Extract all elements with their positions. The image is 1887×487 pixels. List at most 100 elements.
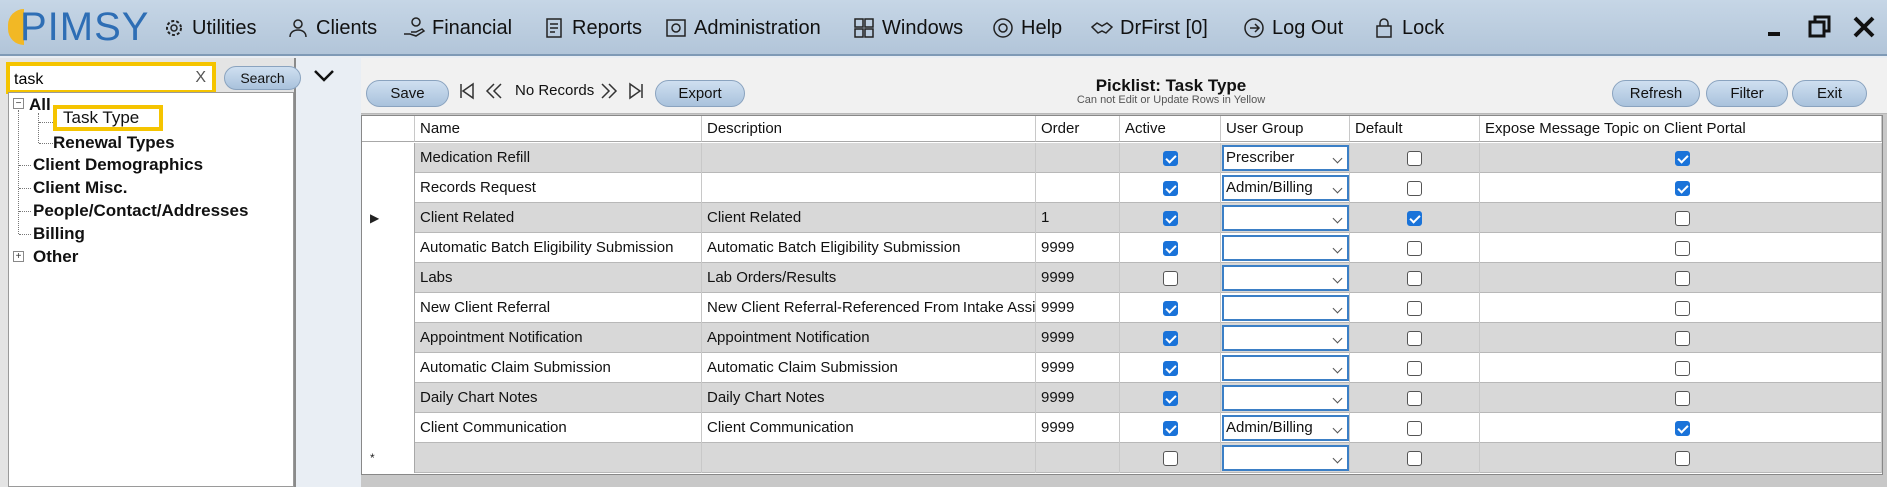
row-selector[interactable]: *	[362, 443, 415, 473]
first-record-icon[interactable]	[458, 82, 476, 100]
row-selector[interactable]	[362, 173, 415, 203]
column-header-default[interactable]: Default	[1350, 116, 1480, 142]
user-group-select[interactable]	[1222, 205, 1349, 231]
table-row[interactable]: Labs Lab Orders/Results 9999	[362, 263, 1882, 293]
active-checkbox[interactable]	[1163, 181, 1178, 196]
cell-name[interactable]: Automatic Claim Submission	[415, 353, 702, 383]
cell-name[interactable]: Records Request	[415, 173, 702, 203]
default-checkbox[interactable]	[1407, 361, 1422, 376]
expose-message-topic-checkbox[interactable]	[1675, 331, 1690, 346]
row-selector[interactable]	[362, 353, 415, 383]
active-checkbox[interactable]	[1163, 301, 1178, 316]
row-selector[interactable]	[362, 293, 415, 323]
expose-message-topic-checkbox[interactable]	[1675, 301, 1690, 316]
cell-name[interactable]: Automatic Batch Eligibility Submission	[415, 233, 702, 263]
table-row[interactable]: Medication Refill Prescriber	[362, 143, 1882, 173]
cell-description[interactable]	[702, 443, 1036, 473]
row-selector[interactable]	[362, 413, 415, 443]
user-group-select[interactable]	[1222, 295, 1349, 321]
tree-node-client-demographics[interactable]: Client Demographics	[33, 155, 203, 175]
cell-description[interactable]: Automatic Batch Eligibility Submission	[702, 233, 1036, 263]
cell-order[interactable]: 1	[1036, 203, 1120, 233]
cell-order[interactable]: 9999	[1036, 353, 1120, 383]
table-row[interactable]: Records Request Admin/Billing	[362, 173, 1882, 203]
exit-button[interactable]: Exit	[1792, 80, 1867, 107]
table-row[interactable]: Automatic Batch Eligibility Submission Au…	[362, 233, 1882, 263]
menu-lock[interactable]: Lock	[1372, 12, 1444, 44]
cell-name[interactable]: New Client Referral	[415, 293, 702, 323]
row-selector[interactable]	[362, 263, 415, 293]
cell-name[interactable]	[415, 443, 702, 473]
search-button[interactable]: Search	[224, 66, 301, 90]
row-selector[interactable]	[362, 323, 415, 353]
cell-description[interactable]	[702, 143, 1036, 173]
last-record-icon[interactable]	[627, 82, 645, 100]
default-checkbox[interactable]	[1407, 421, 1422, 436]
cell-description[interactable]: Daily Chart Notes	[702, 383, 1036, 413]
active-checkbox[interactable]	[1163, 421, 1178, 436]
cell-order[interactable]: 9999	[1036, 413, 1120, 443]
tree-node-client-misc[interactable]: Client Misc.	[33, 178, 127, 198]
cell-order[interactable]: 9999	[1036, 383, 1120, 413]
close-icon[interactable]	[1850, 12, 1878, 42]
table-row[interactable]: Client Communication Client Communication…	[362, 413, 1882, 443]
cell-name[interactable]: Labs	[415, 263, 702, 293]
expose-message-topic-checkbox[interactable]	[1675, 181, 1690, 196]
tree-node-other[interactable]: Other	[33, 247, 78, 267]
default-checkbox[interactable]	[1407, 181, 1422, 196]
menu-clients[interactable]: Clients	[286, 12, 377, 44]
cell-name[interactable]: Client Communication	[415, 413, 702, 443]
expose-message-topic-checkbox[interactable]	[1675, 421, 1690, 436]
default-checkbox[interactable]	[1407, 331, 1422, 346]
tree-node-task-type[interactable]: Task Type	[53, 105, 163, 131]
cell-name[interactable]: Medication Refill	[415, 143, 702, 173]
default-checkbox[interactable]	[1407, 451, 1422, 466]
active-checkbox[interactable]	[1163, 151, 1178, 166]
filter-button[interactable]: Filter	[1706, 80, 1788, 107]
user-group-select[interactable]	[1222, 385, 1349, 411]
column-header-user-group[interactable]: User Group	[1221, 116, 1350, 142]
search-clear-button[interactable]: X	[195, 69, 206, 87]
chevron-down-icon[interactable]	[311, 64, 337, 88]
default-checkbox[interactable]	[1407, 301, 1422, 316]
table-row[interactable]: *	[362, 443, 1882, 473]
user-group-select[interactable]	[1222, 355, 1349, 381]
expose-message-topic-checkbox[interactable]	[1675, 361, 1690, 376]
cell-description[interactable]: Client Related	[702, 203, 1036, 233]
active-checkbox[interactable]	[1163, 271, 1178, 286]
active-checkbox[interactable]	[1163, 331, 1178, 346]
previous-record-icon[interactable]	[485, 82, 503, 100]
cell-name[interactable]: Appointment Notification	[415, 323, 702, 353]
row-selector[interactable]	[362, 233, 415, 263]
user-group-select[interactable]: Admin/Billing	[1222, 415, 1349, 441]
cell-order[interactable]: 9999	[1036, 233, 1120, 263]
active-checkbox[interactable]	[1163, 391, 1178, 406]
cell-name[interactable]: Client Related	[415, 203, 702, 233]
user-group-select[interactable]	[1222, 445, 1349, 471]
expose-message-topic-checkbox[interactable]	[1675, 241, 1690, 256]
user-group-select[interactable]: Prescriber	[1222, 145, 1349, 171]
menu-utilities[interactable]: Utilities	[162, 12, 256, 44]
expand-other-icon[interactable]: +	[13, 251, 24, 262]
expose-message-topic-checkbox[interactable]	[1675, 391, 1690, 406]
table-row[interactable]: Appointment Notification Appointment Noti…	[362, 323, 1882, 353]
menu-administration[interactable]: Administration	[664, 12, 821, 44]
cell-description[interactable]: Lab Orders/Results	[702, 263, 1036, 293]
menu-reports[interactable]: Reports	[542, 12, 642, 44]
cell-description[interactable]: Appointment Notification	[702, 323, 1036, 353]
column-header-expose-message-topic[interactable]: Expose Message Topic on Client Portal	[1480, 116, 1882, 142]
default-checkbox[interactable]	[1407, 151, 1422, 166]
row-selector[interactable]: ▶	[362, 203, 415, 233]
row-selector[interactable]	[362, 383, 415, 413]
cell-order[interactable]: 9999	[1036, 293, 1120, 323]
menu-drfirst[interactable]: DrFirst [0]	[1090, 12, 1208, 44]
cell-order[interactable]	[1036, 143, 1120, 173]
active-checkbox[interactable]	[1163, 211, 1178, 226]
expose-message-topic-checkbox[interactable]	[1675, 271, 1690, 286]
collapse-all-icon[interactable]: −	[13, 98, 24, 109]
user-group-select[interactable]	[1222, 265, 1349, 291]
cell-order[interactable]	[1036, 173, 1120, 203]
menu-financial[interactable]: Financial	[402, 12, 512, 44]
cell-description[interactable]	[702, 173, 1036, 203]
active-checkbox[interactable]	[1163, 241, 1178, 256]
